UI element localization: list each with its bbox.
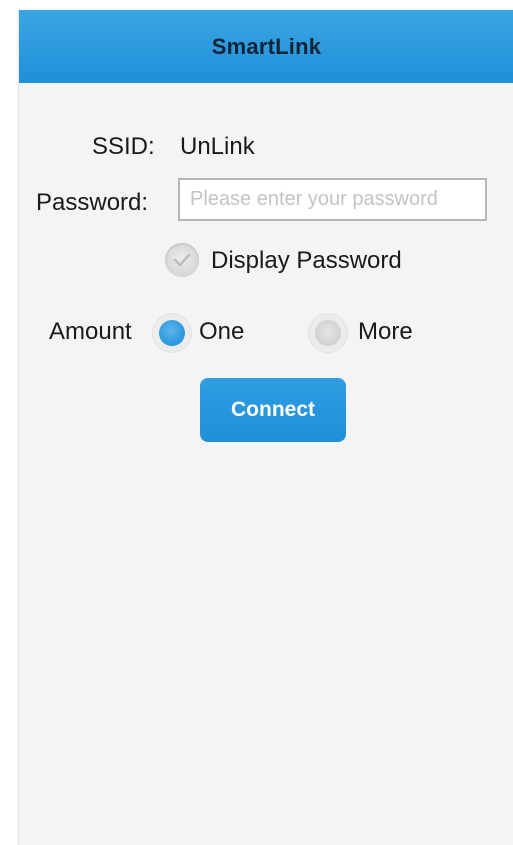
amount-one-radio[interactable] [153, 314, 191, 352]
password-label: Password: [36, 189, 149, 216]
display-password-checkbox[interactable] [165, 243, 199, 277]
display-password-label[interactable]: Display Password [211, 247, 402, 275]
radio-unselected-icon [315, 320, 341, 346]
ssid-label: SSID: [92, 133, 155, 160]
page-title: SmartLink [211, 33, 322, 59]
check-icon [173, 253, 191, 267]
smartlink-screen: SmartLink SSID: UnLink Password: Display… [18, 10, 513, 845]
navigation-bar: SmartLink [19, 10, 513, 83]
connect-button[interactable]: Connect [200, 378, 346, 442]
amount-label: Amount [49, 318, 132, 345]
amount-one-label[interactable]: One [199, 318, 244, 346]
radio-selected-icon [159, 320, 185, 346]
password-field[interactable] [178, 178, 487, 221]
ssid-value: UnLink [180, 133, 255, 160]
amount-more-radio[interactable] [309, 314, 347, 352]
amount-more-label[interactable]: More [358, 318, 413, 346]
